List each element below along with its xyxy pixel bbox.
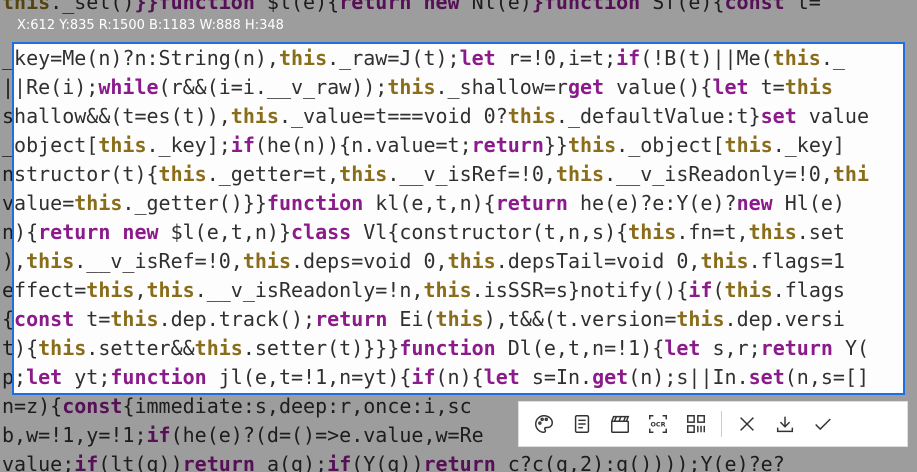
qrcode-icon [687, 415, 705, 433]
capture-toolbar: OCR [518, 401, 908, 447]
svg-text:OCR: OCR [650, 420, 665, 428]
ocr-icon: OCR [649, 415, 667, 433]
toolbar-separator [721, 411, 722, 437]
download-icon [776, 416, 794, 433]
note-icon [574, 415, 590, 433]
clapper-icon [611, 415, 630, 433]
video-record-button[interactable] [601, 405, 639, 443]
edit-note-button[interactable] [563, 405, 601, 443]
capture-selection-box[interactable] [12, 42, 905, 395]
save-button[interactable] [766, 405, 804, 443]
ocr-button[interactable]: OCR [639, 405, 677, 443]
check-icon [815, 418, 831, 431]
dim-overlay-left [0, 42, 12, 395]
dim-overlay-right [905, 42, 917, 395]
cancel-button[interactable] [728, 405, 766, 443]
palette-button[interactable] [525, 405, 563, 443]
qrcode-button[interactable] [677, 405, 715, 443]
selection-coordinates-readout: X:612 Y:835 R:1500 B:1183 W:888 H:348 [17, 18, 284, 33]
palette-icon [535, 415, 553, 433]
close-icon [740, 417, 754, 431]
confirm-button[interactable] [804, 405, 842, 443]
